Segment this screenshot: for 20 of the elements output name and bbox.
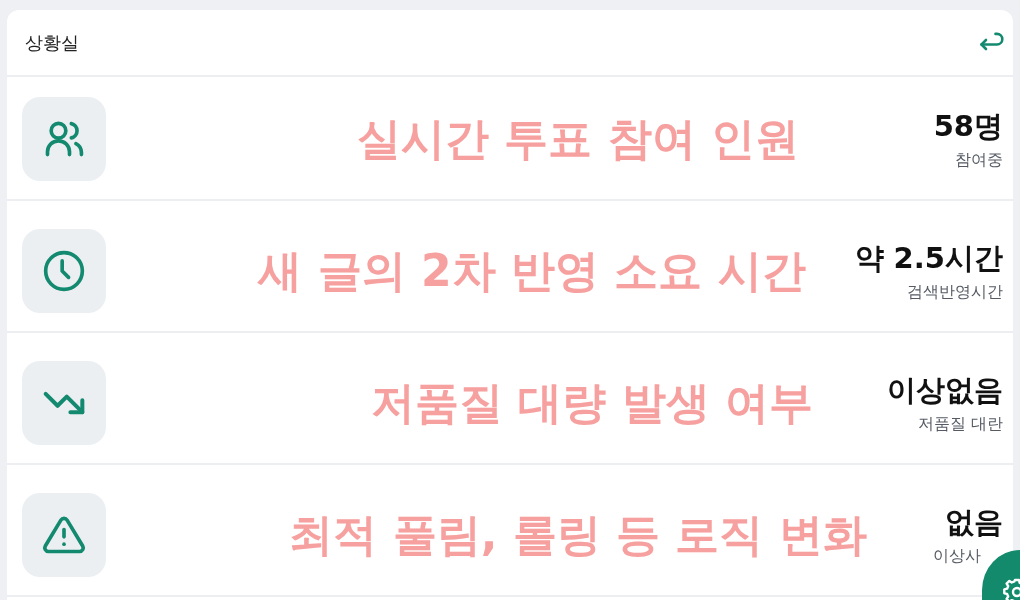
stat-caption: 저품질 대란: [917, 414, 1003, 434]
settings-icon: [1003, 578, 1020, 600]
stat-value: 없음: [945, 504, 1003, 540]
trend-down-icon: [22, 361, 106, 445]
clock-icon: [22, 229, 106, 313]
return-button[interactable]: [979, 30, 1005, 51]
stat-caption: 참여중: [955, 150, 1003, 170]
annotation-text: 저품질 대량 발생 여부: [371, 376, 813, 430]
stat-caption: 이상사: [933, 546, 981, 566]
annotation-text: 새 글의 2차 반영 소요 시간: [258, 244, 806, 298]
panel-title: 상황실: [25, 30, 79, 55]
people-icon: [22, 97, 106, 181]
return-arrow-icon: [979, 30, 1005, 51]
warning-icon: [22, 493, 106, 577]
stat-value: 58명: [933, 108, 1003, 144]
stat-value: 이상없음: [887, 372, 1003, 408]
annotation-text: 실시간 투표 참여 인원: [357, 112, 799, 166]
stat-caption: 검색반영시간: [907, 282, 1003, 302]
annotation-text: 최적 풀림, 롤링 등 로직 변화: [289, 508, 867, 562]
stat-value: 약 2.5시간: [854, 240, 1003, 276]
